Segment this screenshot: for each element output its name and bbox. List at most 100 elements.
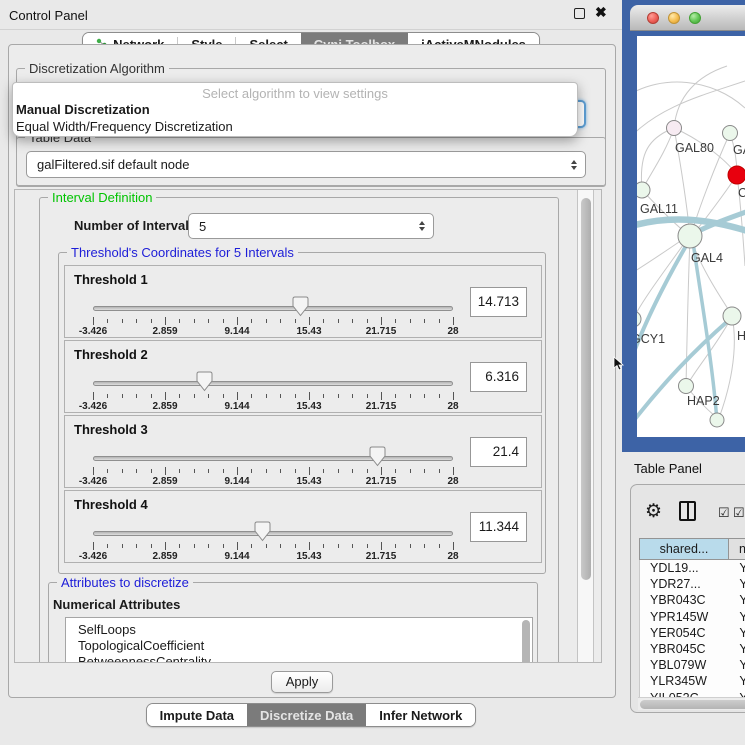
minimize-traffic-light-icon[interactable] [668, 12, 680, 24]
dropdown-option-manual[interactable]: Manual Discretization [13, 101, 577, 118]
network-graph: GAL80GACGAL11GAL4GCY1HHAP2 [637, 36, 745, 437]
float-window-icon[interactable] [574, 8, 585, 19]
tick-label: 28 [447, 476, 458, 487]
slider-ticks [93, 467, 453, 475]
name-cell[interactable]: YBR0 [729, 641, 745, 657]
table-row[interactable]: YDR27...YDR2 [640, 576, 745, 592]
dropdown-option-equal-width[interactable]: Equal Width/Frequency Discretization [13, 118, 577, 135]
tick-label: 2.859 [152, 476, 177, 487]
table-row[interactable]: YDL19...YDL1 [640, 560, 745, 576]
network-edge[interactable] [642, 128, 674, 190]
vertical-scrollbar[interactable] [577, 190, 594, 662]
table-panel-title: Table Panel [634, 461, 702, 476]
slider-ticks [93, 542, 453, 550]
attribute-list-item[interactable]: BetweennessCentrality [66, 654, 532, 663]
slider-track[interactable] [93, 381, 453, 386]
split-columns-icon[interactable] [679, 501, 696, 521]
network-node[interactable] [678, 224, 702, 248]
apply-button[interactable]: Apply [271, 671, 333, 693]
scrollbar-thumb[interactable] [640, 700, 745, 709]
column-header-shared-name[interactable]: shared... [639, 538, 729, 560]
tab-impute-data[interactable]: Impute Data [147, 704, 247, 726]
name-cell[interactable]: YDR2 [729, 576, 745, 592]
interval-definition-group-label: Interval Definition [48, 190, 156, 205]
table-row[interactable]: YBL079WYBL0 [640, 657, 745, 673]
name-cell[interactable]: YDL1 [729, 560, 745, 576]
name-cell[interactable]: YBR0 [729, 592, 745, 608]
network-canvas[interactable]: GAL80GACGAL11GAL4GCY1HHAP2 [637, 36, 745, 437]
shared-name-cell[interactable]: YDL19... [640, 560, 729, 576]
tab-discretize-data[interactable]: Discretize Data [247, 704, 366, 726]
network-node[interactable] [637, 182, 650, 198]
table-row[interactable]: YLR345WYLR3 [640, 673, 745, 689]
threshold-value-field[interactable]: 14.713 [470, 287, 527, 317]
network-node[interactable] [710, 413, 724, 427]
column-header-name[interactable]: n [729, 538, 745, 560]
slider-track[interactable] [93, 456, 453, 461]
horizontal-scrollbar[interactable] [638, 697, 745, 710]
table-row[interactable]: YBR043CYBR0 [640, 592, 745, 608]
algorithm-dropdown-popup: Select algorithm to view settings Manual… [12, 82, 578, 137]
network-edge[interactable] [719, 316, 734, 418]
shared-name-cell[interactable]: YBL079W [640, 657, 729, 673]
name-cell[interactable]: YPR1 [729, 609, 745, 625]
tab-label: Impute Data [160, 708, 234, 723]
tab-infer-network[interactable]: Infer Network [366, 704, 475, 726]
checkbox-icon[interactable]: ☑ [733, 505, 745, 521]
table-row[interactable]: YPR145WYPR1 [640, 609, 745, 625]
name-cell[interactable]: YLR3 [729, 673, 745, 689]
network-edge[interactable] [637, 238, 688, 319]
network-node[interactable] [667, 121, 682, 136]
shared-name-cell[interactable]: YBR043C [640, 592, 729, 608]
tick-label: 21.715 [366, 476, 397, 487]
network-node[interactable] [679, 379, 694, 394]
panel-title: Control Panel [9, 8, 88, 23]
network-node[interactable] [637, 311, 641, 327]
slider-track[interactable] [93, 531, 453, 536]
number-of-intervals-combo[interactable]: 5 [188, 213, 434, 239]
tick-label: 2.859 [152, 326, 177, 337]
network-node[interactable] [723, 307, 741, 325]
zoom-traffic-light-icon[interactable] [689, 12, 701, 24]
close-icon[interactable]: ✖ [595, 4, 607, 21]
checkbox-icon[interactable]: ☑ [718, 505, 730, 521]
name-cell[interactable]: YER0 [729, 625, 745, 641]
shared-name-cell[interactable]: YBR045C [640, 641, 729, 657]
tick-label: 9.144 [224, 476, 249, 487]
shared-name-cell[interactable]: YPR145W [640, 609, 729, 625]
shared-name-cell[interactable]: YLR345W [640, 673, 729, 689]
network-window-titlebar[interactable] [630, 5, 745, 31]
control-panel-titlebar [0, 0, 622, 30]
table-panel: ⚙ ☑ ☑ shared... n YDL19...YDL1YDR27...YD… [630, 484, 745, 713]
threshold-label: Threshold 3 [74, 422, 148, 437]
table-row[interactable]: YBR045CYBR0 [640, 641, 745, 657]
threshold-value-field[interactable]: 11.344 [470, 512, 527, 542]
slider-track[interactable] [93, 306, 453, 311]
name-cell[interactable]: YBL0 [729, 657, 745, 673]
mouse-cursor [613, 356, 625, 372]
network-edge[interactable] [641, 131, 667, 190]
network-edge-thick[interactable] [637, 239, 690, 372]
threshold-value-field[interactable]: 6.316 [470, 362, 527, 392]
table-row[interactable]: YER054CYER0 [640, 625, 745, 641]
interval-scroll-viewport: Interval Definition Number of Intervals … [14, 189, 602, 663]
network-node[interactable] [723, 126, 738, 141]
list-scrollbar[interactable] [522, 620, 530, 663]
bottom-tab-bar: Impute Data Discretize DataInfer Network [0, 703, 622, 727]
gear-icon[interactable]: ⚙ [645, 500, 662, 523]
shared-name-cell[interactable]: YDR27... [640, 576, 729, 592]
threshold-value-field[interactable]: 21.4 [470, 437, 527, 467]
close-traffic-light-icon[interactable] [647, 12, 659, 24]
slider-tick-labels: -3.4262.8599.14415.4321.71528 [93, 551, 453, 563]
table-toolbar: ⚙ ☑ ☑ [631, 499, 745, 529]
network-edge[interactable] [674, 66, 727, 128]
network-node[interactable] [728, 166, 745, 184]
attribute-list-item[interactable]: TopologicalCoefficient [66, 638, 532, 654]
table-data-combo[interactable]: galFiltered.sif default node [26, 151, 586, 178]
attribute-list-item[interactable]: SelfLoops [66, 622, 532, 638]
shared-name-cell[interactable]: YER054C [640, 625, 729, 641]
tick-label: 28 [447, 326, 458, 337]
scrollbar-thumb[interactable] [581, 198, 591, 580]
tick-label: 15.43 [296, 551, 321, 562]
network-edge[interactable] [686, 238, 690, 386]
